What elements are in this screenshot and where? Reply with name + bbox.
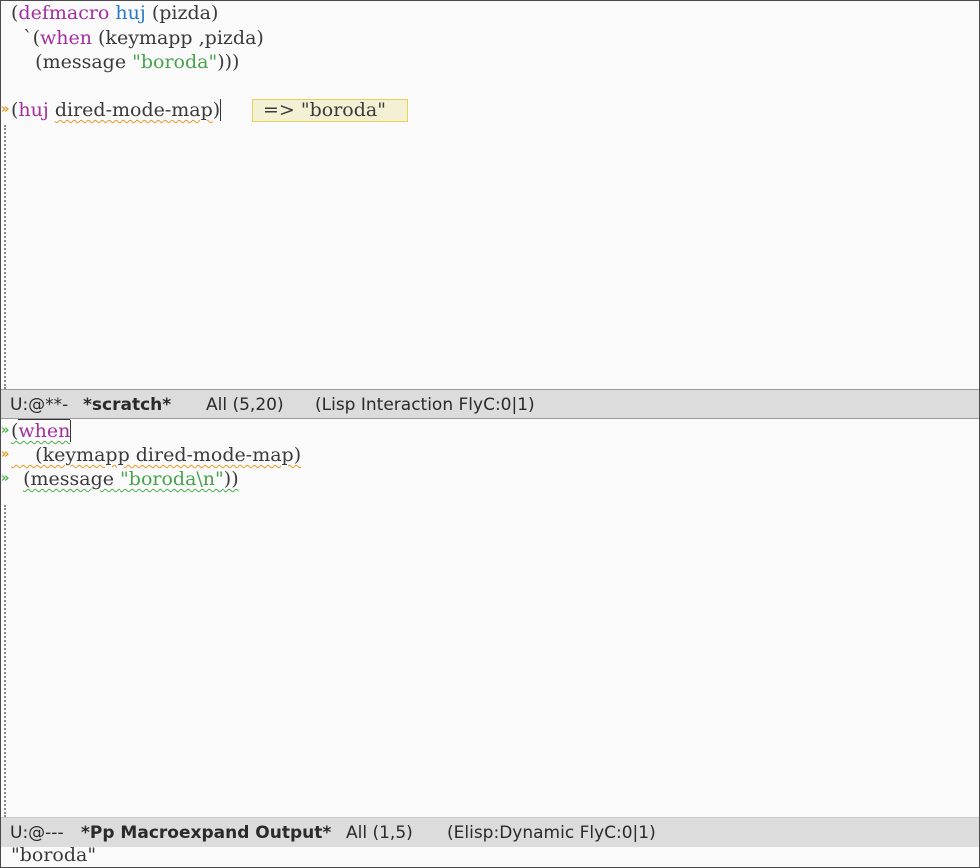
text-cursor (220, 99, 222, 121)
empty-lines-indicator (4, 125, 6, 389)
buffer-position: All (1,5) (346, 823, 413, 843)
code-line-3[interactable]: (message "boroda"))) (11, 50, 239, 74)
emacs-frame: (defmacro huj (pizda) `(when (keymapp ,p… (0, 0, 980, 868)
buffer-status: U:@**- (10, 395, 69, 415)
scratch-window[interactable]: (defmacro huj (pizda) `(when (keymapp ,p… (1, 1, 979, 389)
macro-call-huj: huj (18, 99, 49, 121)
closing-parens: )) (223, 468, 239, 490)
major-mode[interactable]: (Elisp:Dynamic FlyC:0|1) (447, 818, 656, 848)
fringe-error-indicator-icon: » (1, 447, 10, 462)
code-line-1[interactable]: (defmacro huj (pizda) (11, 1, 218, 25)
output-line-2[interactable]: (keymapp dired-mode-map) (11, 443, 301, 467)
eval-result-overlay: => "boroda" (252, 99, 408, 122)
macro-args: (pizda) (145, 2, 219, 24)
fringe-info-indicator-icon: » (1, 471, 10, 486)
echo-area: "boroda" (11, 844, 97, 866)
buffer-position: All (5,20) (206, 395, 284, 415)
keymapp-call: (keymapp ,pizda) (91, 27, 264, 49)
backquote: `( (11, 27, 40, 49)
keymapp-call: (keymapp dired-mode-map) (11, 444, 302, 466)
major-mode[interactable]: (Lisp Interaction FlyC:0|1) (315, 390, 535, 420)
buffer-name[interactable]: *Pp Macroexpand Output* (81, 818, 331, 848)
message-call: (message (23, 468, 121, 490)
keyword-defmacro: defmacro (18, 2, 110, 24)
string-literal: "boroda\n" (120, 468, 224, 490)
mode-line-macroexpand[interactable]: U:@--- *Pp Macroexpand Output* All (1,5)… (1, 817, 979, 847)
code-line-5[interactable]: (huj dired-mode-map) (11, 98, 222, 122)
message-call: (message (11, 51, 133, 73)
empty-lines-indicator (4, 505, 6, 817)
buffer-name[interactable]: *scratch* (83, 390, 171, 420)
code-line-2[interactable]: `(when (keymapp ,pizda) (11, 26, 264, 50)
flycheck-warning-symbol: dired-mode-map (54, 99, 213, 121)
macroexpand-window[interactable]: » (when » (keymapp dired-mode-map) » (me… (1, 419, 979, 817)
output-line-1[interactable]: (when (11, 419, 72, 443)
keyword-when: when (18, 419, 71, 442)
fringe-error-indicator-icon: » (1, 102, 10, 117)
closing-parens: ))) (217, 51, 240, 73)
text-cursor (70, 420, 72, 442)
fringe-info-indicator-icon: » (1, 423, 10, 438)
output-line-3[interactable]: (message "boroda\n")) (11, 467, 239, 491)
keyword-when: when (40, 27, 92, 49)
mode-line-scratch[interactable]: U:@**- *scratch* All (5,20) (Lisp Intera… (1, 389, 979, 419)
macro-name: huj (115, 2, 146, 24)
string-literal: "boroda" (132, 51, 218, 73)
